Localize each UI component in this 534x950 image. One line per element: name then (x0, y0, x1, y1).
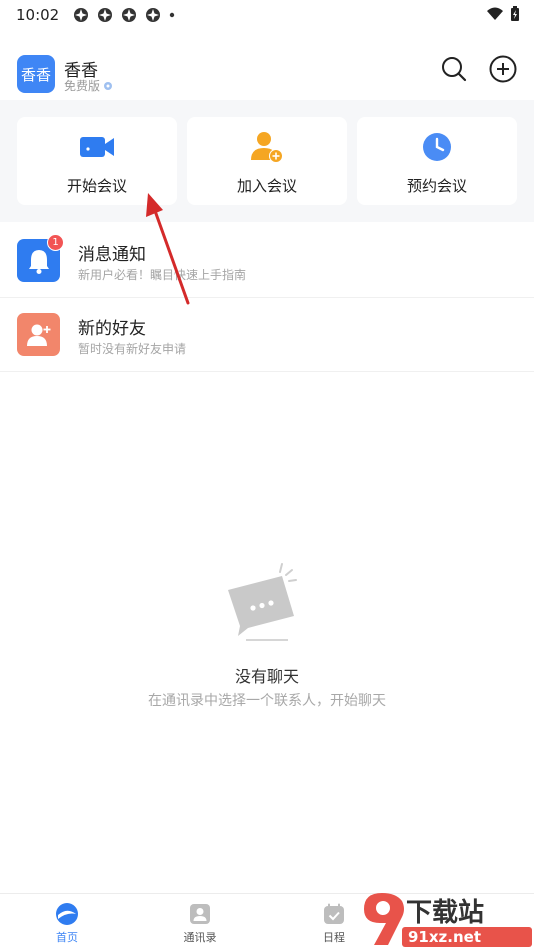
wifi-icon (487, 7, 503, 20)
watermark-main-text: 下载站 (406, 898, 484, 928)
more-notifications-dot-icon (170, 12, 175, 18)
watermark-site-text: 91xz.net (408, 928, 481, 946)
search-button[interactable] (439, 54, 469, 84)
tab-contacts-label: 通讯录 (183, 931, 217, 944)
list-item-title: 新的好友 (78, 319, 146, 339)
empty-state-subtitle: 在通讯录中选择一个联系人，开始聊天 (148, 693, 386, 709)
plan-label-text: 免费版 (64, 79, 101, 93)
search-icon (442, 57, 467, 82)
clock-icon (419, 129, 455, 165)
schedule-meeting-card[interactable]: 预约会议 (357, 117, 517, 205)
tab-contacts[interactable]: 通讯录 (160, 902, 240, 945)
contacts-icon (188, 902, 212, 926)
status-bar: 10:02 (0, 0, 534, 30)
home-header: 香香 香香 免费版 (0, 48, 534, 100)
start-meeting-card[interactable]: 开始会议 (17, 117, 177, 205)
list-item-title: 消息通知 (78, 245, 146, 265)
add-button[interactable] (488, 54, 518, 84)
schedule-meeting-label: 预约会议 (406, 177, 467, 195)
calendar-icon (322, 902, 346, 926)
unread-badge: 1 (47, 234, 64, 251)
app-notification-icon (74, 8, 89, 22)
add-person-icon (249, 129, 285, 165)
list-item-subtitle: 暂时没有新好友申请 (78, 342, 187, 356)
list-item-notifications[interactable]: 1 消息通知 新用户必看！瞩目快速上手指南 (0, 224, 534, 298)
avatar[interactable]: 香香 (17, 55, 55, 93)
empty-chat-icon (222, 560, 302, 644)
join-meeting-label: 加入会议 (236, 177, 297, 195)
plus-circle-icon (489, 55, 517, 83)
tab-home[interactable]: 首页 (27, 902, 107, 945)
status-time: 10:02 (16, 6, 60, 24)
app-notification-icon (122, 8, 137, 22)
home-logo-icon (55, 902, 79, 926)
tab-home-label: 首页 (56, 931, 78, 944)
start-meeting-label: 开始会议 (66, 177, 127, 195)
empty-state-title: 没有聊天 (234, 667, 299, 686)
join-meeting-card[interactable]: 加入会议 (187, 117, 347, 205)
video-camera-icon (79, 129, 115, 165)
site-watermark: 下载站 91xz.net (360, 887, 534, 950)
system-status-icons (486, 6, 520, 22)
quick-actions: 开始会议 加入会议 预约会议 (0, 100, 534, 222)
list-item-new-friends[interactable]: 新的好友 暂时没有新好友申请 (0, 298, 534, 372)
add-friend-icon (17, 313, 60, 356)
list-item-subtitle: 新用户必看！瞩目快速上手指南 (78, 268, 247, 282)
app-notification-icon (146, 8, 161, 22)
app-notification-icon (98, 8, 113, 22)
battery-icon (511, 6, 519, 21)
plan-badge-icon (104, 81, 113, 90)
notification-icons (73, 7, 175, 23)
plan-label: 免费版 (64, 77, 113, 94)
